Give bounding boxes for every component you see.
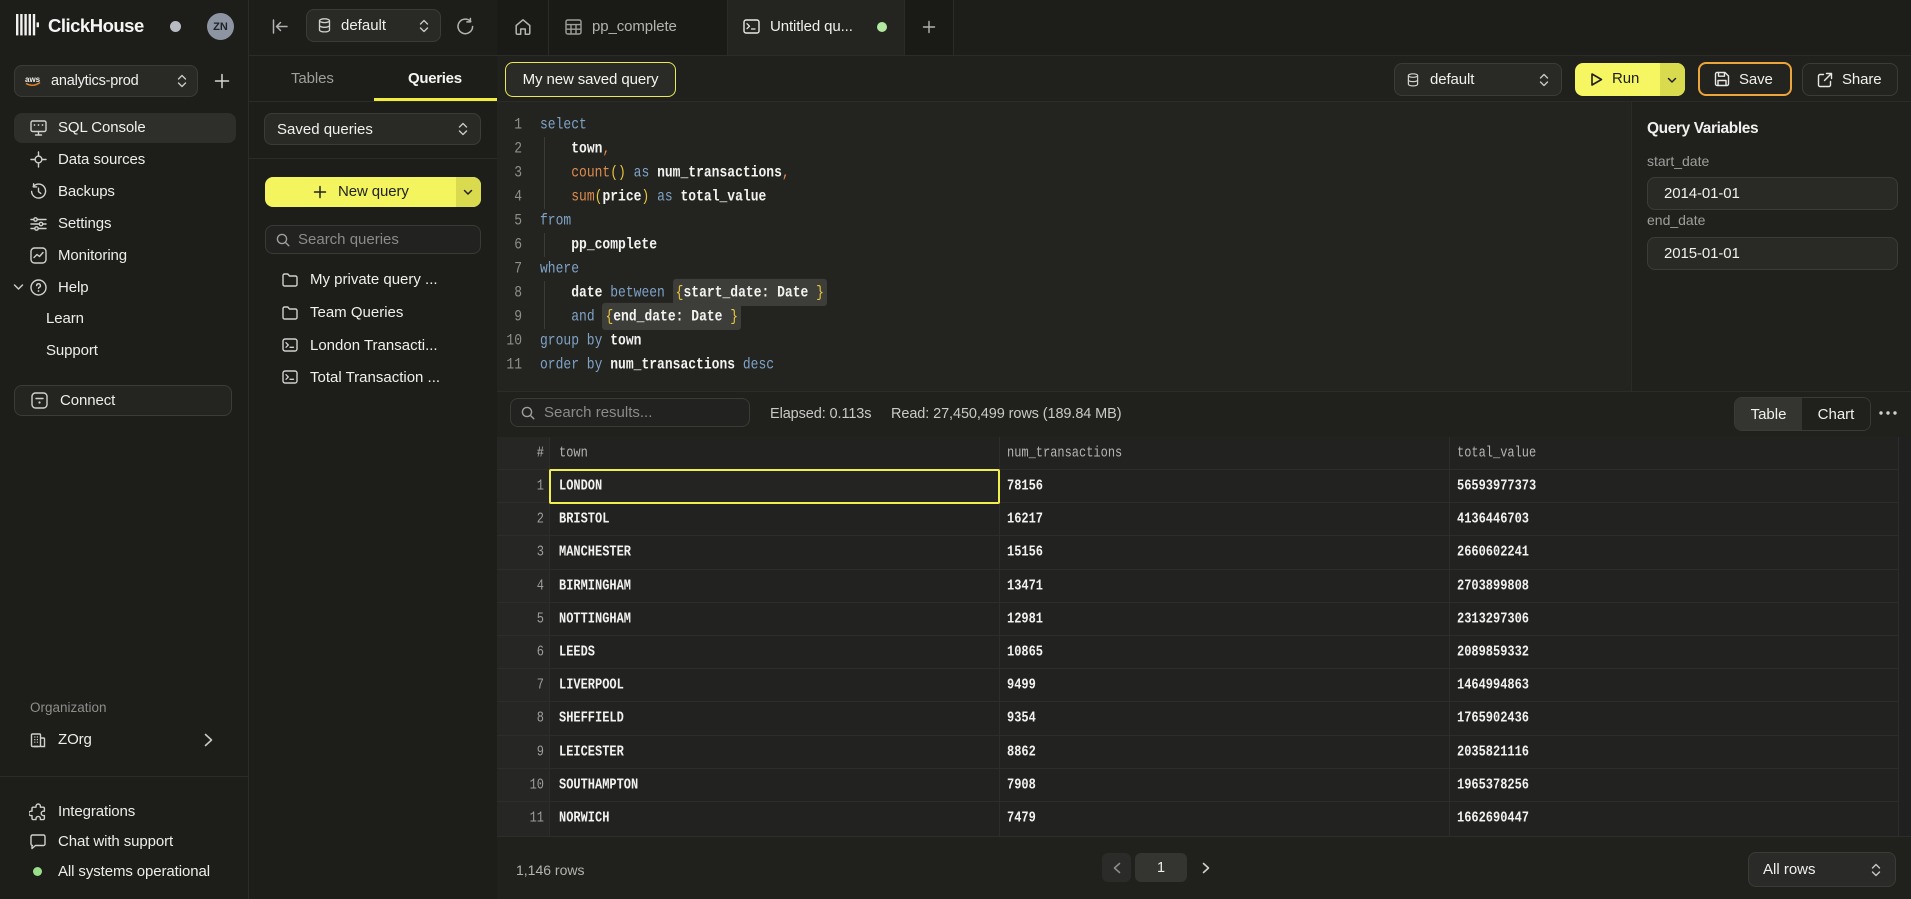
- svg-text:aws: aws: [25, 75, 41, 84]
